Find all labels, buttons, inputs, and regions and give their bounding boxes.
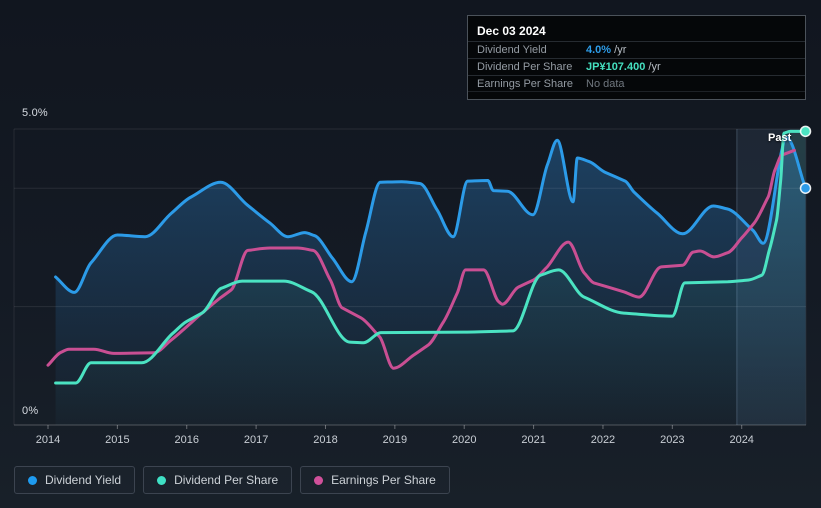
past-period-label: Past: [768, 132, 792, 144]
x-axis-tick-label-2017: 2017: [244, 434, 268, 446]
x-axis-tick-label-2024: 2024: [729, 434, 753, 446]
tooltip-date: Dec 03 2024: [477, 24, 546, 38]
end-marker-dividend-yield: [799, 182, 812, 194]
earnings-per-share-dot-icon: [314, 475, 324, 485]
tooltip-row-dividend-per-share: Dividend Per Share JP¥107.400 /yr: [468, 58, 805, 75]
legend-item-dividend-per-share[interactable]: Dividend Per Share: [143, 466, 293, 494]
tooltip-row-earnings-per-share: Earnings Per Share No data: [468, 75, 805, 92]
tooltip-label: Earnings Per Share: [477, 77, 573, 90]
tooltip-value: 4.0%: [586, 44, 612, 56]
tooltip-value: No data: [586, 77, 625, 90]
legend-item-dividend-yield[interactable]: Dividend Yield: [14, 466, 136, 494]
x-axis-tick-label-2014: 2014: [36, 434, 60, 446]
tooltip-unit: /yr: [645, 61, 661, 73]
x-axis-tick-label-2021: 2021: [521, 434, 545, 446]
past-period-band: [736, 129, 806, 425]
x-axis-tick-label-2016: 2016: [174, 434, 198, 446]
legend-item-label: Dividend Per Share: [174, 473, 279, 487]
y-axis-max-label: 5.0%: [22, 107, 48, 119]
tooltip-value: JP¥107.400: [586, 61, 646, 73]
x-axis-tick-label-2019: 2019: [383, 434, 407, 446]
x-axis-tick-label-2018: 2018: [313, 434, 337, 446]
y-axis-min-label: 0%: [22, 405, 39, 417]
legend-item-label: Dividend Yield: [45, 473, 122, 487]
dividend-per-share-dot-icon: [157, 475, 167, 485]
x-axis-tick-label-2023: 2023: [660, 434, 684, 446]
tooltip-unit: /yr: [611, 44, 627, 56]
tooltip-label: Dividend Per Share: [477, 61, 573, 73]
x-axis-tick-label-2020: 2020: [452, 434, 476, 446]
chart-legend: Dividend Yield Dividend Per Share Earnin…: [14, 466, 450, 494]
legend-item-earnings-per-share[interactable]: Earnings Per Share: [300, 466, 450, 494]
x-axis-tick-label-2022: 2022: [591, 434, 615, 446]
chart-tooltip: Dec 03 2024 Dividend Yield 4.0% /yr Divi…: [467, 15, 806, 100]
legend-item-label: Earnings Per Share: [331, 473, 436, 487]
end-marker-dividend-per-share: [799, 125, 812, 138]
tooltip-label: Dividend Yield: [477, 44, 547, 56]
chart-screen: 2014 2015 2016 2017 2018 2019 2020 2021 2022 2023…: [0, 0, 821, 508]
tooltip-row-dividend-yield: Dividend Yield 4.0% /yr: [468, 41, 805, 58]
dividend-yield-dot-icon: [28, 475, 37, 485]
x-axis-tick-label-2015: 2015: [105, 434, 129, 446]
